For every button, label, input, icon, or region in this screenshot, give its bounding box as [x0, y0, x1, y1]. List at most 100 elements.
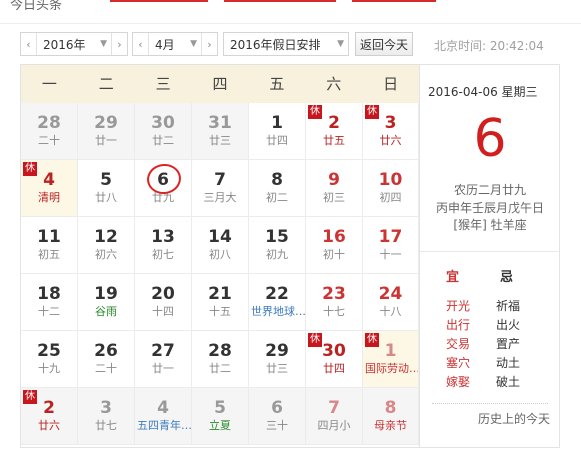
day-cell[interactable]: 13 初七 [135, 217, 192, 274]
day-cell[interactable]: 4 五四青年… [135, 388, 192, 445]
holiday-schedule-select[interactable]: 2016年假日安排 ▼ [223, 32, 349, 56]
day-number: 31 [208, 113, 232, 133]
day-cell[interactable]: 21 十五 [192, 274, 249, 331]
day-cell[interactable]: 29 廿三 [249, 331, 306, 388]
day-cell[interactable]: 9 初三 [306, 160, 363, 217]
top-tab-bar[interactable] [224, 0, 336, 2]
history-today-link[interactable]: 历史上的今天 [478, 410, 550, 427]
day-cell[interactable]: 16 初十 [306, 217, 363, 274]
day-number: 30 [151, 113, 175, 133]
day-cell[interactable]: 休 2 廿五 [306, 103, 363, 160]
lunar-label: 母亲节 [374, 419, 407, 432]
ji-item: 动土 [496, 356, 521, 370]
calendar-toolbar: ‹ 2016年 ▼ › ‹ 4月 ▼ › 2016年假日安排 ▼ 返回今天 北京时间:… [20, 32, 560, 58]
day-cell[interactable]: 3 廿七 [78, 388, 135, 445]
lunar-label: 二十 [95, 362, 117, 375]
day-cell[interactable]: 14 初八 [192, 217, 249, 274]
panel-divider [420, 251, 560, 252]
ji-list: 祈福 出火 置产 动土 破土 [496, 297, 520, 392]
day-cell[interactable]: 8 母亲节 [363, 388, 419, 445]
day-number: 29 [265, 341, 289, 361]
day-cell[interactable]: 28 二十 [21, 103, 78, 160]
day-cell[interactable]: 30 廿二 [135, 103, 192, 160]
day-cell[interactable]: 休 4 清明 [21, 160, 78, 217]
day-cell[interactable]: 1 廿四 [249, 103, 306, 160]
lunar-label: 谷雨 [95, 305, 117, 318]
day-cell[interactable]: 5 廿八 [78, 160, 135, 217]
day-cell[interactable]: 26 二十 [78, 331, 135, 388]
weekday-label: 五 [269, 75, 285, 93]
lunar-label: 四月小 [317, 419, 351, 432]
lunar-label: 廿一 [95, 134, 117, 147]
lunar-label: 二十 [38, 134, 60, 147]
day-cell[interactable]: 18 十二 [21, 274, 78, 331]
lunar-label: 廿六 [38, 419, 60, 432]
lunar-label: 廿五 [323, 134, 345, 147]
next-year-button[interactable]: › [111, 33, 127, 55]
day-cell[interactable]: 25 十九 [21, 331, 78, 388]
day-number: 7 [328, 398, 340, 418]
next-month-button[interactable]: › [201, 33, 217, 55]
day-cell[interactable]: 10 初四 [363, 160, 419, 217]
day-cell[interactable]: 12 初六 [78, 217, 135, 274]
day-cell[interactable]: 22 世界地球… [249, 274, 306, 331]
lunar-label: 廿二 [152, 134, 174, 147]
weekday-label: 日 [383, 75, 399, 93]
day-cell[interactable]: 11 初五 [21, 217, 78, 274]
top-partial-text: 今日头条 [10, 0, 63, 13]
calendar-grid: 一 二 三 四 五 六 日 28 二十 29 廿一 30 廿二 31 廿三 1 廿四休 2 廿五休 3 廿… [20, 64, 420, 448]
day-cell[interactable]: 5 立夏 [192, 388, 249, 445]
day-number: 25 [37, 341, 61, 361]
day-cell[interactable]: 29 廿一 [78, 103, 135, 160]
top-tab-bar[interactable] [352, 0, 436, 2]
day-cell[interactable]: 24 十八 [363, 274, 419, 331]
day-cell[interactable]: 6 三十 [249, 388, 306, 445]
day-number: 5 [214, 398, 226, 418]
top-tab-bar[interactable] [110, 0, 208, 2]
prev-year-button[interactable]: ‹ [21, 33, 37, 55]
day-cell[interactable]: 8 初二 [249, 160, 306, 217]
day-cell[interactable]: 休 1 国际劳动… [363, 331, 419, 388]
day-cell[interactable]: 休 2 廿六 [21, 388, 78, 445]
day-number: 17 [378, 227, 403, 247]
day-cell[interactable]: 20 十四 [135, 274, 192, 331]
lunar-label: 初五 [38, 248, 60, 261]
lunar-label: 初七 [152, 248, 174, 261]
day-number: 9 [328, 170, 340, 190]
month-selector[interactable]: ‹ 4月 ▼ › [132, 32, 218, 56]
day-number: 24 [378, 284, 403, 304]
day-cell[interactable]: 28 廿二 [192, 331, 249, 388]
day-number: 6 [271, 398, 283, 418]
lunar-label: 初四 [379, 191, 402, 204]
day-cell[interactable]: 15 初九 [249, 217, 306, 274]
lunar-label: 三十 [266, 419, 288, 432]
day-cell[interactable]: 17 十一 [363, 217, 419, 274]
day-number: 21 [208, 284, 232, 304]
weekday-label: 六 [326, 75, 342, 93]
weekday-label: 二 [98, 75, 114, 93]
day-cell[interactable]: 休 30 廿四 [306, 331, 363, 388]
lunar-label: 世界地球… [251, 305, 305, 318]
month-value: 4月 [155, 37, 175, 52]
lunar-date: 农历二月廿九 [453, 183, 526, 197]
yi-item: 出行 [446, 318, 471, 332]
yi-heading: 宜 [446, 270, 460, 285]
day-cell[interactable]: 31 廿三 [192, 103, 249, 160]
day-cell[interactable]: 7 三月大 [192, 160, 249, 217]
day-cell[interactable]: 休 3 廿六 [363, 103, 419, 160]
lunar-label: 五四青年… [137, 419, 191, 432]
day-cell[interactable]: 19 谷雨 [78, 274, 135, 331]
day-cell[interactable]: 7 四月小 [306, 388, 363, 445]
lunar-label: 廿一 [152, 362, 174, 375]
day-cell-today[interactable]: 6 廿九 [135, 160, 192, 217]
year-selector[interactable]: ‹ 2016年 ▼ › [20, 32, 128, 56]
day-cell[interactable]: 23 十七 [306, 274, 363, 331]
lunar-label: 十一 [379, 248, 402, 261]
day-detail-panel: 2016-04-06 星期三 6 农历二月廿九 丙申年壬辰月戊午日 [猴年] 牡… [420, 64, 560, 448]
day-cell[interactable]: 27 廿一 [135, 331, 192, 388]
yi-item: 交易 [446, 337, 471, 351]
holiday-schedule-value: 2016年假日安排 [230, 37, 321, 52]
back-to-today-button[interactable]: 返回今天 [355, 32, 413, 56]
prev-month-button[interactable]: ‹ [133, 33, 149, 55]
lunar-label: 初八 [209, 248, 231, 261]
